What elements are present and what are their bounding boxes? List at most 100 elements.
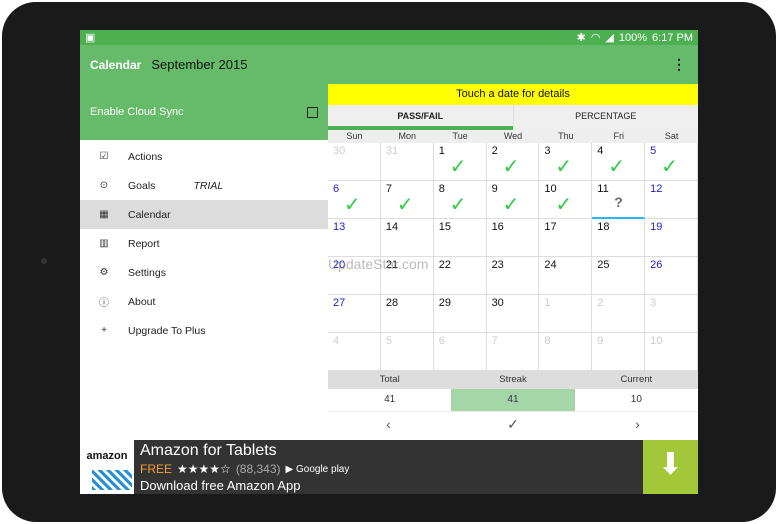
total-header: Total <box>328 371 452 389</box>
clock: 6:17 PM <box>652 31 693 44</box>
calendar-icon: ▦ <box>99 209 109 220</box>
pass-check-icon: ✓ <box>502 156 520 178</box>
download-icon[interactable]: ⬇ <box>643 440 698 494</box>
weekday-label: Mon <box>398 131 417 141</box>
weekday-label: Thu <box>558 131 574 141</box>
drawer-item-label: Upgrade To Plus <box>128 324 206 337</box>
day-number: 9 <box>597 335 604 347</box>
upgrade-to-plus-icon: + <box>101 325 107 336</box>
drawer-item-settings[interactable]: ⚙ Settings <box>80 258 328 287</box>
drawer-item-report[interactable]: ▥ Report <box>80 229 328 258</box>
prev-month-button[interactable]: ‹ <box>386 416 391 432</box>
day-number: 18 <box>597 221 610 233</box>
next-month-button[interactable]: › <box>635 416 640 432</box>
day-number: 7 <box>385 183 392 195</box>
day-cell[interactable]: 22 <box>433 257 487 295</box>
day-number: 7 <box>491 335 498 347</box>
day-cell[interactable]: 9 <box>592 333 646 371</box>
day-cell[interactable]: 13 <box>328 219 381 257</box>
day-cell[interactable]: 5 ✓ <box>645 143 698 181</box>
day-number: 27 <box>333 297 346 309</box>
day-number: 19 <box>650 221 663 233</box>
day-cell[interactable]: 12 <box>645 181 698 219</box>
day-cell[interactable]: 31 <box>380 143 434 181</box>
cloud-sync-checkbox[interactable] <box>307 106 318 118</box>
day-cell[interactable]: 1 ✓ <box>433 143 487 181</box>
goals-icon: ⊙ <box>99 180 109 191</box>
day-cell[interactable]: 17 <box>539 219 593 257</box>
day-cell[interactable]: 6 ✓ <box>328 181 381 219</box>
day-number: 2 <box>491 145 498 157</box>
cloud-sync-row[interactable]: Enable Cloud Sync <box>80 84 328 140</box>
day-cell[interactable]: 1 <box>539 295 593 333</box>
day-cell[interactable]: 9 ✓ <box>486 181 540 219</box>
day-cell[interactable]: 2 ✓ <box>486 143 540 181</box>
pass-check-icon: ✓ <box>608 156 626 178</box>
day-cell[interactable]: 14 <box>380 219 434 257</box>
drawer-item-goals[interactable]: ⊙ Goals TRIAL <box>80 171 328 200</box>
day-number: 9 <box>491 183 498 195</box>
pass-check-icon: ✓ <box>344 194 361 216</box>
day-cell[interactable]: 11? <box>592 181 646 219</box>
overflow-menu-icon[interactable]: ⋮ <box>672 56 686 73</box>
tab-percentage[interactable]: PERCENTAGE <box>512 105 699 130</box>
day-cell[interactable]: 30 <box>486 295 540 333</box>
day-cell[interactable]: 7 <box>486 333 540 371</box>
day-number: 25 <box>597 259 610 271</box>
weekday-header: Sun Mon Tue Wed Thu Fri Sat <box>328 130 698 143</box>
day-cell[interactable]: 30 <box>328 143 381 181</box>
day-cell[interactable]: 27 <box>328 295 381 333</box>
day-number: 5 <box>385 335 392 347</box>
day-cell[interactable]: 7 ✓ <box>380 181 434 219</box>
day-number: 1 <box>544 297 551 309</box>
drawer-item-upgrade-to-plus[interactable]: + Upgrade To Plus <box>80 316 328 345</box>
day-cell[interactable]: 19 <box>645 219 698 257</box>
drawer-item-about[interactable]: ⓘ About <box>80 287 328 316</box>
report-icon: ▥ <box>99 238 109 249</box>
streak-value: 41 <box>451 389 575 411</box>
day-cell[interactable]: 29 <box>433 295 487 333</box>
day-number: 8 <box>544 335 551 347</box>
day-cell[interactable]: 28 <box>380 295 434 333</box>
day-cell[interactable]: 3 ✓ <box>539 143 593 181</box>
day-number: 31 <box>385 145 399 157</box>
day-cell[interactable]: 4 <box>328 333 381 371</box>
bluetooth-icon: ✱ <box>576 32 586 44</box>
day-cell[interactable]: 24 <box>539 257 593 295</box>
day-number: 11 <box>597 183 609 195</box>
day-cell[interactable]: 15 <box>433 219 487 257</box>
ad-banner[interactable]: amazon Amazon for Tablets FREE ★★★★☆ (88… <box>80 440 698 494</box>
tab-pass-fail[interactable]: PASS/FAIL <box>328 105 513 130</box>
day-cell[interactable]: 10 <box>645 333 698 371</box>
day-cell[interactable]: 3 <box>645 295 698 333</box>
cloud-sync-label: Enable Cloud Sync <box>90 106 184 118</box>
day-cell[interactable]: 8 ✓ <box>433 181 487 219</box>
day-cell[interactable]: 26 <box>645 257 698 295</box>
day-cell[interactable]: 6 <box>433 333 487 371</box>
day-cell[interactable]: 18 <box>592 219 646 257</box>
day-cell[interactable]: 10 ✓ <box>539 181 593 219</box>
cart-icon <box>92 470 132 490</box>
day-cell[interactable]: 5 <box>380 333 434 371</box>
day-number: 22 <box>438 259 451 271</box>
day-cell[interactable]: 8 <box>539 333 593 371</box>
day-number: 6 <box>438 335 445 347</box>
stats-table: Total Streak Current 41 41 10 <box>328 371 698 411</box>
day-number: 29 <box>438 297 451 309</box>
pass-check-icon: ✓ <box>449 156 467 178</box>
check-button[interactable]: ✓ <box>507 416 519 433</box>
drawer-item-actions[interactable]: ☑ Actions <box>80 142 328 171</box>
day-cell[interactable]: 23 <box>486 257 540 295</box>
day-cell[interactable]: 16 <box>486 219 540 257</box>
day-number: 16 <box>491 221 504 233</box>
pass-check-icon: ✓ <box>396 194 414 216</box>
app-bar: Calendar September 2015 ⋮ <box>80 45 698 84</box>
day-cell[interactable]: 4 ✓ <box>592 143 646 181</box>
ad-stars: ★★★★☆ <box>177 462 231 476</box>
drawer-item-label: Actions <box>128 150 163 163</box>
pass-check-icon: ✓ <box>555 156 573 178</box>
drawer-item-calendar[interactable]: ▦ Calendar <box>80 200 328 229</box>
total-value: 41 <box>384 394 396 405</box>
day-cell[interactable]: 25 <box>592 257 646 295</box>
day-cell[interactable]: 2 <box>592 295 646 333</box>
